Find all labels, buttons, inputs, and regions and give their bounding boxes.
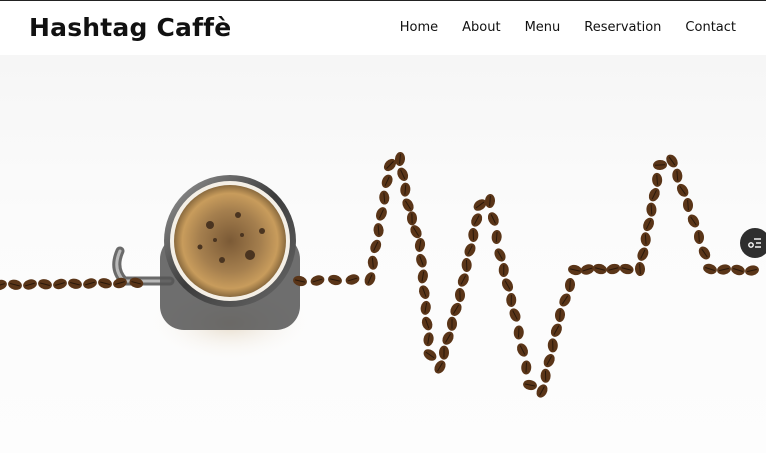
coffee-bean-seam xyxy=(526,363,527,373)
nav-reservation[interactable]: Reservation xyxy=(584,20,661,35)
coffee-bean-seam xyxy=(570,280,571,290)
coffee-bean-seam xyxy=(655,165,665,166)
coffee-bean-line xyxy=(0,152,760,400)
nav-about[interactable]: About xyxy=(462,20,500,35)
nav-home[interactable]: Home xyxy=(400,20,438,35)
coffee-bean-seam xyxy=(560,310,561,320)
hero-image xyxy=(0,55,766,453)
top-navbar: Hashtag Caffè Home About Menu Reservatio… xyxy=(0,1,766,55)
coffee-heartbeat-illustration xyxy=(0,55,766,453)
nav-menu[interactable]: Menu xyxy=(525,20,561,35)
coffee-cup xyxy=(117,175,300,330)
settings-list-icon[interactable] xyxy=(740,228,766,258)
coffee-bean-seam xyxy=(699,232,700,242)
nav-contact[interactable]: Contact xyxy=(685,20,736,35)
coffee-bean-seam xyxy=(518,328,519,338)
main-nav: Home About Menu Reservation Contact xyxy=(376,20,736,35)
coffee-bean-seam xyxy=(688,200,689,210)
brand-logo[interactable]: Hashtag Caffè xyxy=(29,13,231,42)
